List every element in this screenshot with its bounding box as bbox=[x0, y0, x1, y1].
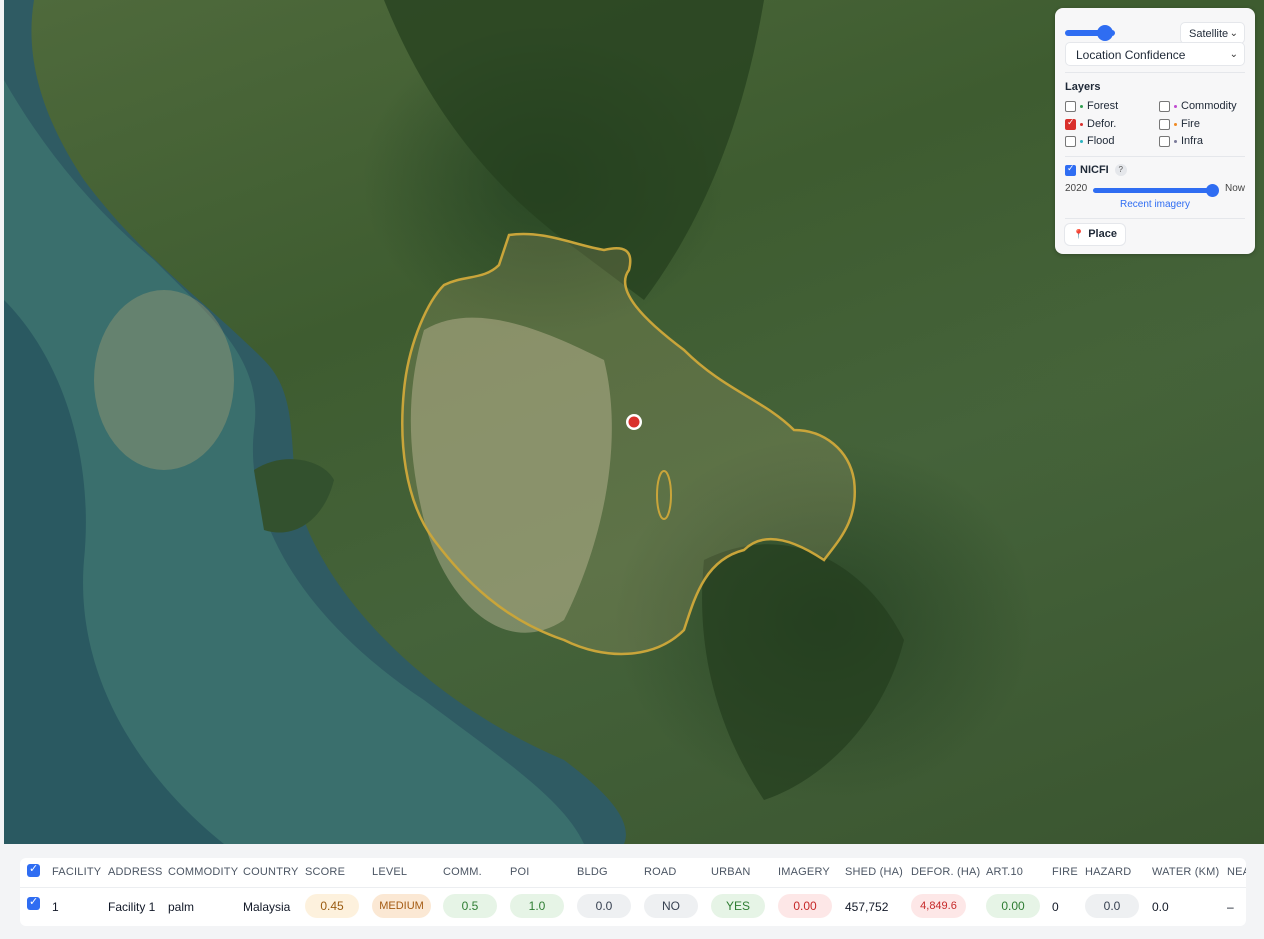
col-header-comm[interactable]: COMM. bbox=[443, 866, 482, 878]
layers-title: Layers bbox=[1065, 81, 1101, 93]
layer-label: Forest bbox=[1087, 100, 1119, 112]
chevron-down-icon: ⌄ bbox=[1229, 49, 1238, 60]
year-start: 2020 bbox=[1065, 183, 1088, 194]
cell-commodity: palm bbox=[168, 900, 195, 914]
imagery-date-slider[interactable]: 2020 Now bbox=[1065, 183, 1245, 197]
place-button[interactable]: 📍 Place bbox=[1065, 224, 1125, 245]
cell-facility: 1 bbox=[52, 900, 59, 914]
col-header-score[interactable]: SCORE bbox=[305, 866, 345, 878]
row-select-checkbox[interactable] bbox=[27, 895, 40, 910]
layer-label: Fire bbox=[1181, 118, 1200, 130]
poi-badge: 1.0 bbox=[510, 894, 564, 918]
map-control-panel: Satellite ⌄ Location Confidence ⌄ Layers… bbox=[1055, 8, 1255, 254]
opacity-slider-thumb[interactable] bbox=[1097, 25, 1113, 41]
score-badge: 0.45 bbox=[305, 894, 359, 918]
flood-color-dot bbox=[1080, 139, 1083, 143]
col-header-water[interactable]: WATER (KM) bbox=[1152, 866, 1219, 878]
map-pin-icon: 📍 bbox=[1073, 229, 1085, 239]
col-header-hazard[interactable]: HAZARD bbox=[1085, 866, 1131, 878]
cell-fire: 0 bbox=[1052, 900, 1059, 914]
layer-toggle-infra[interactable]: Infra bbox=[1159, 134, 1203, 148]
forest-color-dot bbox=[1080, 104, 1083, 108]
defor-badge: 4,849.6 bbox=[911, 894, 966, 918]
overlay-mode-select[interactable]: Location Confidence ⌄ bbox=[1065, 42, 1245, 66]
col-header-country[interactable]: COUNTRY bbox=[243, 866, 299, 878]
place-label: Place bbox=[1088, 228, 1117, 240]
divider bbox=[1065, 72, 1245, 73]
layer-toggle-flood[interactable]: Flood bbox=[1065, 134, 1115, 148]
col-header-facility[interactable]: FACILITY bbox=[52, 866, 101, 878]
art10-badge: 0.00 bbox=[986, 894, 1040, 918]
col-header-shed[interactable]: SHED (HA) bbox=[845, 866, 903, 878]
help-icon[interactable]: ? bbox=[1114, 164, 1127, 176]
layer-toggle-commodity[interactable]: Commodity bbox=[1159, 99, 1237, 113]
basemap-value: Satellite bbox=[1189, 28, 1229, 40]
basemap-select[interactable]: Satellite ⌄ bbox=[1180, 22, 1245, 44]
col-header-commodity[interactable]: COMMODITY bbox=[168, 866, 238, 878]
col-header-poi[interactable]: POI bbox=[510, 866, 530, 878]
cell-water: 0.0 bbox=[1152, 900, 1169, 914]
layer-label: Flood bbox=[1087, 135, 1115, 147]
urban-badge: YES bbox=[711, 894, 765, 918]
cell-country: Malaysia bbox=[243, 900, 291, 914]
cell-address[interactable]: Facility 1 bbox=[108, 900, 155, 914]
row-divider bbox=[20, 887, 1246, 888]
date-slider-thumb[interactable] bbox=[1206, 184, 1219, 197]
mountain-ridge-south bbox=[702, 544, 904, 800]
fire-checkbox[interactable] bbox=[1159, 118, 1170, 130]
layer-label: Defor. bbox=[1087, 118, 1117, 130]
layer-toggle-deforestation[interactable]: Defor. bbox=[1065, 117, 1116, 131]
hazard-badge: 0.0 bbox=[1085, 894, 1139, 918]
sediment-plume bbox=[94, 290, 234, 470]
col-header-imagery[interactable]: IMAGERY bbox=[778, 866, 830, 878]
col-header-urban[interactable]: URBAN bbox=[711, 866, 751, 878]
overlay-mode-value: Location Confidence bbox=[1076, 48, 1186, 62]
commodity-checkbox[interactable] bbox=[1159, 100, 1170, 112]
road-badge: NO bbox=[644, 894, 698, 918]
divider bbox=[1065, 218, 1245, 219]
deforestation-color-dot bbox=[1080, 122, 1083, 126]
comm-badge: 0.5 bbox=[443, 894, 497, 918]
imagery-badge: 0.00 bbox=[778, 894, 832, 918]
col-header-level[interactable]: LEVEL bbox=[372, 866, 407, 878]
mangrove-islands bbox=[254, 459, 334, 533]
nicfi-checkbox[interactable] bbox=[1065, 164, 1076, 176]
col-header-road[interactable]: ROAD bbox=[644, 866, 677, 878]
divider bbox=[1065, 156, 1245, 157]
date-slider-track[interactable] bbox=[1093, 188, 1211, 193]
col-header-fire[interactable]: FIRE bbox=[1052, 866, 1078, 878]
nicfi-toggle[interactable]: NICFI ? bbox=[1065, 164, 1127, 176]
year-end: Now bbox=[1224, 183, 1245, 194]
infra-color-dot bbox=[1174, 139, 1177, 143]
fire-color-dot bbox=[1174, 122, 1177, 126]
layer-label: Infra bbox=[1181, 135, 1204, 147]
infra-checkbox[interactable] bbox=[1159, 135, 1170, 147]
flood-checkbox[interactable] bbox=[1065, 135, 1076, 147]
bldg-badge: 0.0 bbox=[577, 894, 631, 918]
deforestation-checkbox[interactable] bbox=[1065, 118, 1076, 130]
commodity-color-dot bbox=[1174, 104, 1177, 108]
col-header-defor[interactable]: DEFOR. (HA) bbox=[911, 866, 980, 878]
col-header-address[interactable]: ADDRESS bbox=[108, 866, 163, 878]
col-header-nea[interactable]: NEA bbox=[1227, 866, 1246, 878]
recent-imagery-link[interactable]: Recent imagery bbox=[1055, 199, 1255, 210]
col-header-art10[interactable]: ART.10 bbox=[986, 866, 1023, 878]
layer-label: Commodity bbox=[1181, 100, 1237, 112]
cell-shed: 457,752 bbox=[845, 900, 889, 914]
level-badge: MEDIUM bbox=[372, 894, 431, 918]
cell-nea: – bbox=[1227, 900, 1234, 914]
layer-toggle-fire[interactable]: Fire bbox=[1159, 117, 1200, 131]
select-all-checkbox[interactable] bbox=[27, 862, 40, 877]
col-header-bldg[interactable]: BLDG bbox=[577, 866, 608, 878]
nicfi-label: NICFI bbox=[1080, 164, 1109, 176]
forest-checkbox[interactable] bbox=[1065, 100, 1076, 112]
layer-toggle-forest[interactable]: Forest bbox=[1065, 99, 1118, 113]
